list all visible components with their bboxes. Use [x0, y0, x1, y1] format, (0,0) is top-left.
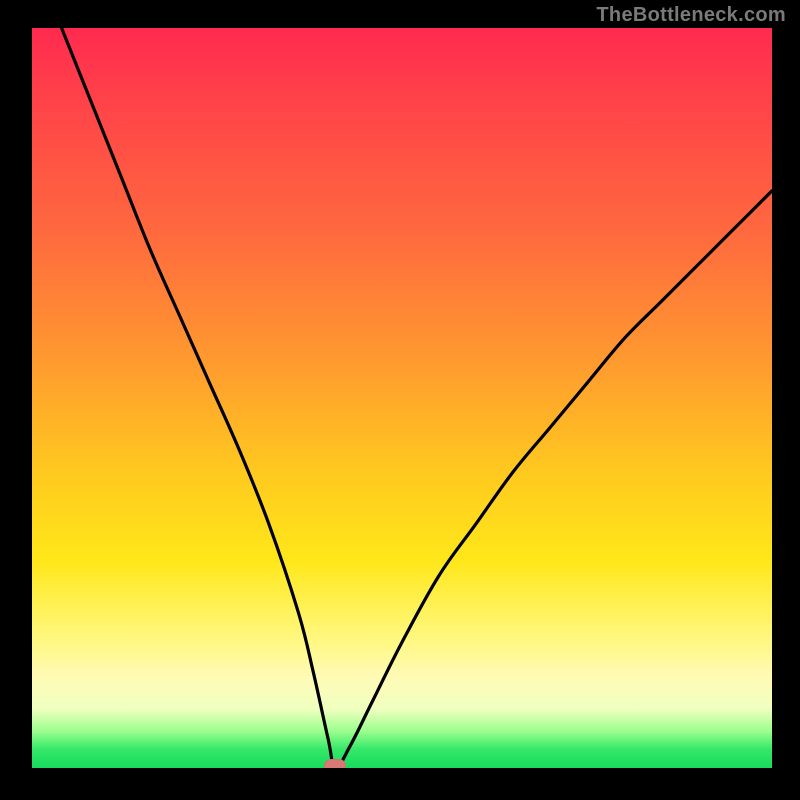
plot-area	[32, 28, 772, 768]
bottleneck-curve	[62, 28, 772, 768]
chart-frame: TheBottleneck.com	[0, 0, 800, 800]
optimal-marker	[324, 759, 346, 768]
curve-svg	[32, 28, 772, 768]
watermark-text: TheBottleneck.com	[596, 4, 786, 27]
